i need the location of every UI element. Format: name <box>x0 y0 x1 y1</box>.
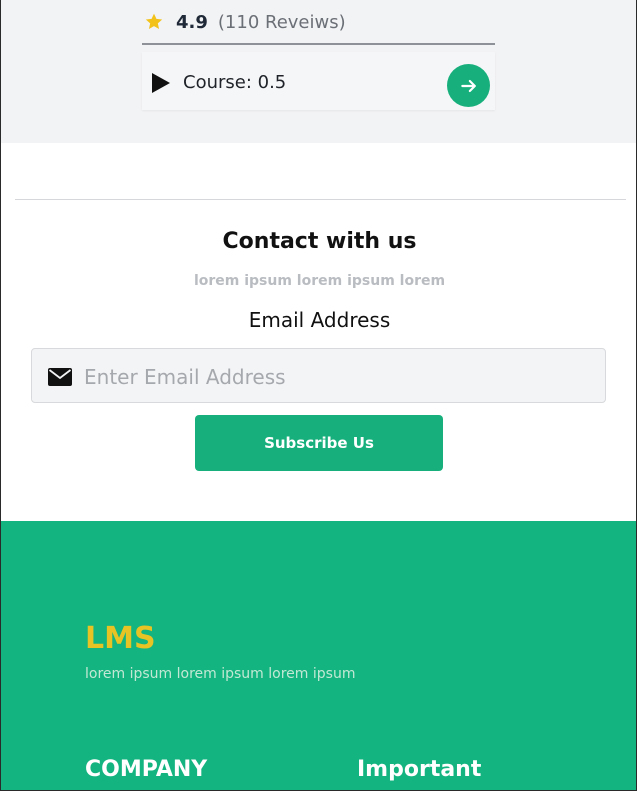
card-divider <box>142 43 495 45</box>
rating-value: 4.9 <box>176 11 208 33</box>
footer: LMS lorem ipsum lorem ipsum lorem ipsum … <box>1 521 636 790</box>
footer-logo[interactable]: LMS <box>85 621 156 656</box>
arrow-right-icon <box>460 79 476 92</box>
footer-heading-important: Important <box>357 757 482 782</box>
rating-row: 4.9 (110 Reveiws) <box>144 8 346 36</box>
section-divider <box>15 199 626 200</box>
footer-tagline: lorem ipsum lorem ipsum lorem ipsum <box>85 666 356 682</box>
email-input[interactable] <box>82 359 586 394</box>
email-field[interactable] <box>31 348 606 403</box>
subscribe-button[interactable]: Subscribe Us <box>195 415 443 471</box>
course-card-section: 4.9 (110 Reveiws) Course: 0.5 <box>1 0 636 143</box>
mail-icon <box>48 368 72 386</box>
course-label: Course: 0.5 <box>183 72 287 93</box>
footer-heading-company: COMPANY <box>85 757 208 782</box>
review-count: (110 Reveiws) <box>217 11 346 33</box>
page: 4.9 (110 Reveiws) Course: 0.5 Contact wi… <box>0 0 637 791</box>
contact-title: Contact with us <box>222 229 417 254</box>
contact-subtitle: lorem ipsum lorem ipsum lorem <box>193 273 446 289</box>
email-label: Email Address <box>248 308 391 332</box>
star-icon <box>145 13 163 30</box>
play-icon <box>152 73 170 93</box>
course-card: 4.9 (110 Reveiws) Course: 0.5 <box>142 0 495 112</box>
course-row[interactable]: Course: 0.5 <box>142 52 495 110</box>
course-go-button[interactable] <box>447 64 490 107</box>
